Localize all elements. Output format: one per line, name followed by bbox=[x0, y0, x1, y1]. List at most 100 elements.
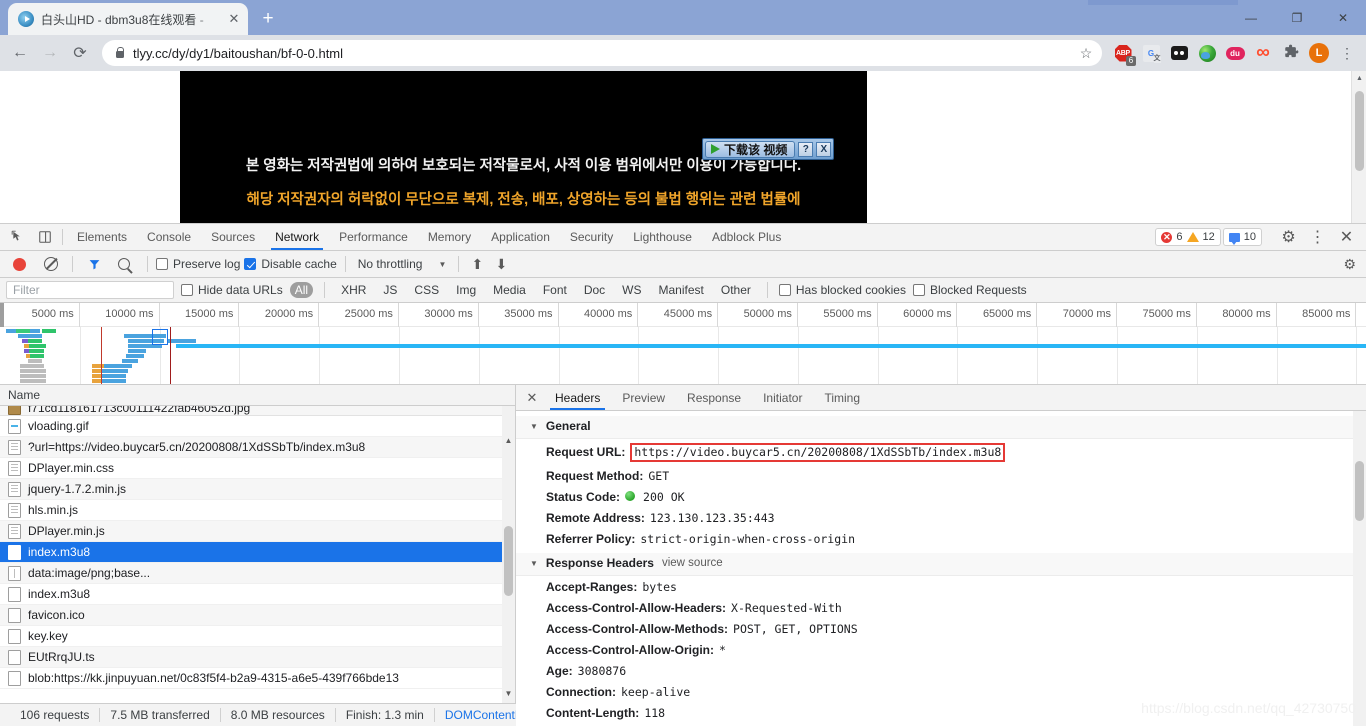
more-options-icon[interactable]: ⋮ bbox=[1304, 227, 1331, 247]
overview-waterfall[interactable] bbox=[0, 327, 1366, 384]
close-detail-icon[interactable]: ✕ bbox=[520, 385, 544, 410]
close-icon[interactable]: ✕ bbox=[226, 11, 242, 27]
import-har-icon[interactable]: ⬆ bbox=[467, 256, 487, 273]
tab-lighthouse[interactable]: Lighthouse bbox=[623, 224, 702, 250]
filter-type-font[interactable]: Font bbox=[538, 282, 572, 298]
page-scrollbar-thumb[interactable] bbox=[1355, 91, 1364, 171]
tab-headers[interactable]: Headers bbox=[544, 385, 611, 410]
request-list-scrollbar-thumb[interactable] bbox=[504, 526, 513, 596]
request-row[interactable]: ?url=https://video.buycar5.cn/20200808/1… bbox=[0, 437, 515, 458]
detail-scrollbar-thumb[interactable] bbox=[1355, 461, 1364, 521]
idm-help-button[interactable]: ? bbox=[798, 142, 813, 157]
message-counter[interactable]: 10 bbox=[1223, 228, 1262, 246]
tab-memory[interactable]: Memory bbox=[418, 224, 481, 250]
filter-type-doc[interactable]: Doc bbox=[579, 282, 610, 298]
adblock-plus-icon[interactable]: ABP 6 bbox=[1110, 40, 1136, 66]
scroll-down-icon[interactable]: ▼ bbox=[502, 687, 515, 700]
new-tab-button[interactable]: + bbox=[254, 5, 282, 33]
header-value[interactable]: https://video.buycar5.cn/20200808/1XdSSb… bbox=[630, 443, 1005, 462]
scroll-up-icon[interactable]: ▲ bbox=[502, 434, 515, 447]
extensions-puzzle-icon[interactable] bbox=[1278, 40, 1304, 66]
filter-type-js[interactable]: JS bbox=[378, 282, 402, 298]
request-row[interactable]: index.m3u8 bbox=[0, 584, 515, 605]
tab-application[interactable]: Application bbox=[481, 224, 560, 250]
request-list[interactable]: f71cd118161713c00111422fab46052d.jpgvloa… bbox=[0, 406, 515, 726]
scroll-up-icon[interactable]: ▲ bbox=[1352, 71, 1366, 86]
tab-preview[interactable]: Preview bbox=[611, 385, 676, 410]
filter-type-xhr[interactable]: XHR bbox=[336, 282, 371, 298]
gear-icon[interactable]: ⚙ bbox=[1275, 227, 1302, 247]
request-row[interactable]: favicon.ico bbox=[0, 605, 515, 626]
tab-console[interactable]: Console bbox=[137, 224, 201, 250]
tab-performance[interactable]: Performance bbox=[329, 224, 418, 250]
request-row[interactable]: index.m3u8 bbox=[0, 542, 515, 563]
view-source-link[interactable]: view source bbox=[662, 557, 723, 569]
maximize-button[interactable]: ❐ bbox=[1274, 2, 1320, 34]
tab-elements[interactable]: Elements bbox=[67, 224, 137, 250]
filter-type-all[interactable]: All bbox=[290, 282, 313, 298]
preserve-log-checkbox[interactable]: Preserve log bbox=[156, 257, 240, 271]
minimize-button[interactable]: — bbox=[1228, 2, 1274, 34]
error-warning-counter[interactable]: ✕ 6 12 bbox=[1155, 228, 1220, 246]
request-row[interactable]: jquery-1.7.2.min.js bbox=[0, 479, 515, 500]
chrome-menu-icon[interactable]: ⋮ bbox=[1334, 40, 1360, 66]
headers-content[interactable]: ▼ General Request URL:https://video.buyc… bbox=[516, 411, 1366, 726]
filter-type-manifest[interactable]: Manifest bbox=[654, 282, 709, 298]
idm-download-button[interactable]: 下载该 视频 bbox=[705, 141, 795, 158]
inspect-element-icon[interactable] bbox=[4, 224, 31, 250]
response-headers-section-header[interactable]: ▼ Response Headers view source bbox=[516, 553, 1366, 576]
request-row[interactable]: DPlayer.min.css bbox=[0, 458, 515, 479]
disable-cache-checkbox[interactable]: Disable cache bbox=[244, 257, 336, 271]
filter-type-ws[interactable]: WS bbox=[617, 282, 646, 298]
infinity-icon[interactable]: ∞ bbox=[1250, 40, 1276, 66]
device-toolbar-icon[interactable] bbox=[31, 224, 58, 250]
general-section-header[interactable]: ▼ General bbox=[516, 416, 1366, 439]
idm-icon[interactable] bbox=[1194, 40, 1220, 66]
back-icon[interactable]: ← bbox=[6, 39, 34, 67]
blocked-requests-checkbox[interactable]: Blocked Requests bbox=[913, 283, 1027, 297]
baidu-icon[interactable]: du bbox=[1222, 40, 1248, 66]
avatar[interactable]: L bbox=[1306, 40, 1332, 66]
search-icon[interactable] bbox=[112, 258, 139, 270]
close-devtools-icon[interactable]: ✕ bbox=[1333, 227, 1360, 247]
request-row[interactable]: EUtRrqJU.ts bbox=[0, 647, 515, 668]
filter-type-media[interactable]: Media bbox=[488, 282, 531, 298]
request-row[interactable]: DPlayer.min.js bbox=[0, 521, 515, 542]
google-translate-icon[interactable]: G bbox=[1138, 40, 1164, 66]
export-har-icon[interactable]: ⬇ bbox=[491, 256, 511, 273]
request-list-scrollbar[interactable]: ▲ ▼ bbox=[502, 406, 515, 726]
tab-network[interactable]: Network bbox=[265, 224, 329, 250]
network-overview[interactable]: 5000 ms10000 ms15000 ms20000 ms25000 ms3… bbox=[0, 303, 1366, 385]
request-row[interactable]: f71cd118161713c00111422fab46052d.jpg bbox=[0, 406, 515, 416]
filter-type-other[interactable]: Other bbox=[716, 282, 756, 298]
network-settings-gear-icon[interactable]: ⚙ bbox=[1343, 256, 1360, 273]
request-row[interactable]: blob:https://kk.jinpuyuan.net/0c83f5f4-b… bbox=[0, 668, 515, 689]
hide-data-urls-checkbox[interactable]: Hide data URLs bbox=[181, 283, 283, 297]
close-window-button[interactable]: ✕ bbox=[1320, 2, 1366, 34]
reload-icon[interactable]: ⟳ bbox=[66, 39, 94, 67]
request-row[interactable]: data:image/png;base... bbox=[0, 563, 515, 584]
request-row[interactable]: vloading.gif bbox=[0, 416, 515, 437]
request-row[interactable]: key.key bbox=[0, 626, 515, 647]
clear-button[interactable] bbox=[37, 257, 64, 271]
idm-download-banner[interactable]: 下载该 视频 ? X bbox=[702, 138, 834, 160]
dark-reader-icon[interactable] bbox=[1166, 40, 1192, 66]
address-bar[interactable]: tlyy.cc/dy/dy1/baitoushan/bf-0-0.html ☆ bbox=[102, 40, 1102, 66]
tab-timing[interactable]: Timing bbox=[813, 385, 871, 410]
tab-sources[interactable]: Sources bbox=[201, 224, 265, 250]
filter-input[interactable]: Filter bbox=[6, 281, 174, 299]
record-button[interactable] bbox=[6, 258, 33, 271]
forward-icon[interactable]: → bbox=[36, 39, 64, 67]
bookmark-star-icon[interactable]: ☆ bbox=[1076, 45, 1096, 62]
request-row[interactable]: hls.min.js bbox=[0, 500, 515, 521]
tab-initiator[interactable]: Initiator bbox=[752, 385, 813, 410]
column-header-name[interactable]: Name bbox=[0, 385, 515, 406]
throttling-dropdown[interactable]: No throttling ▼ bbox=[354, 257, 451, 271]
has-blocked-cookies-checkbox[interactable]: Has blocked cookies bbox=[779, 283, 906, 297]
filter-type-img[interactable]: Img bbox=[451, 282, 481, 298]
tab-adblock-plus[interactable]: Adblock Plus bbox=[702, 224, 791, 250]
detail-scrollbar[interactable] bbox=[1353, 411, 1366, 726]
filter-type-css[interactable]: CSS bbox=[409, 282, 444, 298]
tab-response[interactable]: Response bbox=[676, 385, 752, 410]
tab-security[interactable]: Security bbox=[560, 224, 623, 250]
